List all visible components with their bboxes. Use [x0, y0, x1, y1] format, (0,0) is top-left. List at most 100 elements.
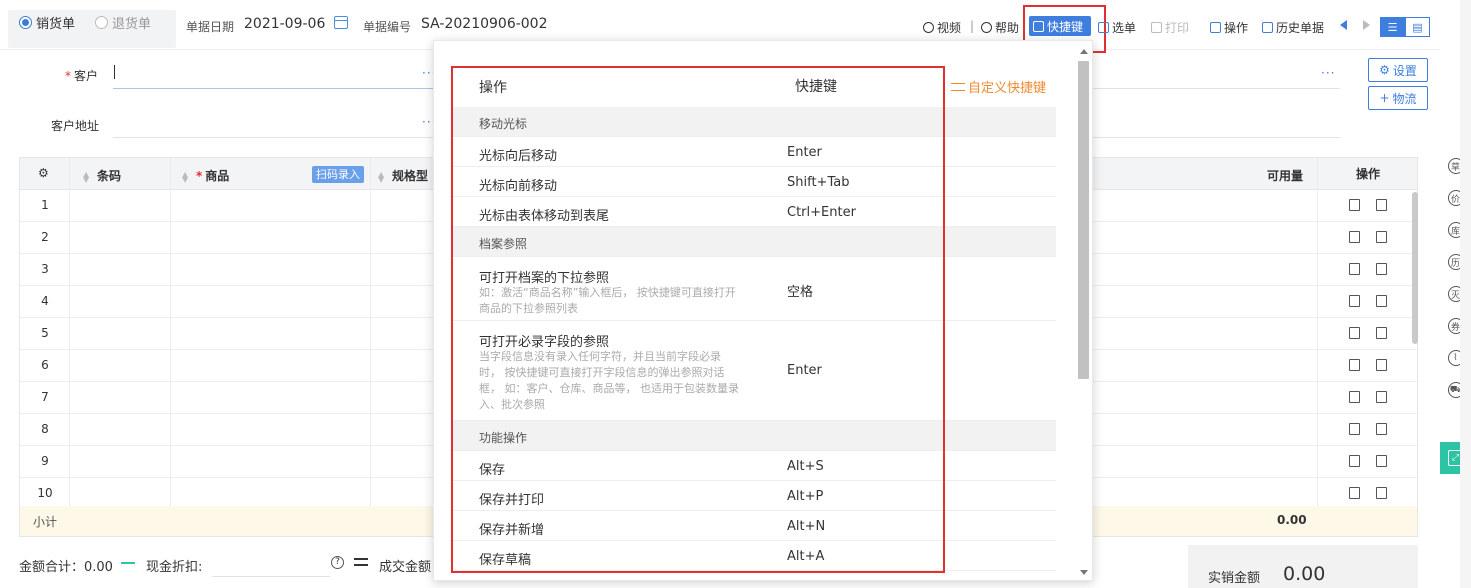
subtotal-value: 0.00 [1277, 513, 1307, 527]
required-mark: * [65, 69, 71, 83]
address-right-field[interactable] [1093, 137, 1340, 138]
hotkey-key: Enter [787, 145, 822, 160]
delete-icon[interactable] [1349, 423, 1360, 435]
section-title: 功能操作 [479, 431, 528, 445]
copy-icon[interactable] [1376, 231, 1387, 243]
customer-right-field[interactable] [1093, 88, 1340, 89]
hotkey-row: 可打开档案的下拉参照 如：激活“商品名称”输入框后， 按快捷键可直接打开商品的下拉… [452, 257, 1056, 321]
address-input[interactable] [113, 137, 435, 138]
column-spec[interactable]: ▲ ▼ 规格型 [378, 167, 428, 184]
settings-button[interactable]: ⚙ 设置 [1368, 58, 1428, 82]
operate-label: 操作 [1224, 21, 1249, 35]
right-field-dots-icon[interactable]: ··· [1321, 66, 1335, 80]
row-number: 2 [41, 230, 49, 244]
text-cursor [114, 65, 115, 79]
copy-icon[interactable] [1376, 263, 1387, 275]
grid-scrollbar[interactable] [1412, 192, 1418, 344]
delete-icon[interactable] [1349, 231, 1360, 243]
copy-icon[interactable] [1376, 391, 1387, 403]
sliders-icon [951, 82, 965, 91]
hotkey-key: Alt+S [787, 459, 824, 474]
column-product[interactable]: ▲ ▼ * 商品 [182, 167, 229, 184]
copy-icon[interactable] [1376, 455, 1387, 467]
hotkey-action: 保存并新增 [479, 523, 545, 538]
scroll-down-icon[interactable] [1080, 570, 1088, 575]
popup-scrollbar[interactable] [1078, 61, 1089, 379]
delete-icon[interactable] [1349, 327, 1360, 339]
history-button[interactable]: 历史单据 [1262, 19, 1324, 36]
row-number: 9 [41, 454, 49, 468]
next-arrow-icon[interactable] [1363, 20, 1370, 30]
copy-icon[interactable] [1376, 295, 1387, 307]
hotkey-action: 保存并打印 [479, 493, 545, 508]
custom-hotkey-link[interactable]: 自定义快捷键 [951, 77, 1046, 96]
equals-icon [354, 558, 368, 566]
plus-icon: + [1379, 91, 1390, 105]
column-spec-label: 规格型 [392, 169, 429, 183]
hotkey-key: Ctrl+Enter [787, 205, 856, 220]
customer-input[interactable] [113, 88, 435, 89]
hotkey-action: 光标由表体移动到表尾 [479, 209, 610, 224]
document-icon [1262, 22, 1273, 33]
delete-icon[interactable] [1349, 487, 1360, 499]
hotkey-row: 保存并打印 Alt+P [452, 481, 1056, 511]
copy-icon[interactable] [1376, 199, 1387, 211]
date-label: 单据日期 [186, 20, 235, 34]
logistics-button[interactable]: + 物流 [1368, 86, 1428, 110]
doc-no-label: 单据编号 [363, 20, 412, 34]
column-barcode[interactable]: ▲ ▼ 条码 [83, 167, 121, 184]
delete-icon[interactable] [1349, 199, 1360, 211]
video-link[interactable]: 视频 [923, 19, 961, 36]
help-circle-icon[interactable]: ? [331, 556, 344, 569]
scan-entry-button[interactable]: 扫码录入 [312, 166, 364, 183]
hotkey-row: 光标向前移动 Shift+Tab [452, 167, 1056, 197]
actual-amount-label: 实销金额 [1208, 571, 1261, 586]
list-view-button[interactable]: ☰ [1380, 17, 1405, 37]
column-settings-icon[interactable]: ⚙ [38, 166, 49, 180]
page-scrollbar[interactable] [1460, 0, 1471, 588]
hotkey-row: 保存并新增 Alt+N [452, 511, 1056, 541]
grid-icon [1210, 22, 1221, 33]
hotkey-action: 可打开档案的下拉参照 [479, 271, 610, 286]
delete-icon[interactable] [1349, 455, 1360, 467]
copy-icon[interactable] [1376, 487, 1387, 499]
copy-icon[interactable] [1376, 423, 1387, 435]
customer-label-text: 客户 [74, 69, 99, 83]
select-order-button[interactable]: 选单 [1098, 19, 1136, 36]
column-actions: 操作 [1356, 167, 1381, 181]
actual-amount-value: 0.00 [1283, 563, 1326, 585]
row-number: 3 [41, 262, 49, 276]
settings-label: 设置 [1392, 63, 1417, 78]
copy-icon[interactable] [1376, 327, 1387, 339]
cash-discount-input[interactable] [212, 576, 330, 577]
help-label: 帮助 [995, 21, 1020, 35]
row-number: 1 [41, 198, 49, 212]
hotkey-row: 保存 Alt+S [452, 451, 1056, 481]
hotkey-key: Alt+A [787, 549, 825, 564]
hotkey-action: 可打开必录字段的参照 [479, 335, 610, 350]
copy-icon[interactable] [1376, 359, 1387, 371]
amount-total: 金额合计：0.00 [19, 560, 113, 575]
delete-icon[interactable] [1349, 295, 1360, 307]
delete-icon[interactable] [1349, 263, 1360, 275]
print-button[interactable]: 打印 [1151, 19, 1189, 36]
help-link[interactable]: 帮助 [981, 19, 1019, 36]
date-value[interactable]: 2021-09-06 [244, 16, 325, 32]
delete-icon[interactable] [1349, 359, 1360, 371]
radio-sales-order[interactable]: 销货单 [19, 13, 75, 32]
logistics-label: 物流 [1392, 91, 1417, 106]
select-icon [1098, 22, 1109, 33]
radio-return-order[interactable]: 退货单 [95, 13, 151, 32]
column-available: 可用量 [1267, 169, 1304, 183]
calendar-icon[interactable] [334, 16, 348, 29]
radio-unchecked-icon [95, 16, 108, 29]
gear-icon: ⚙ [1379, 63, 1390, 77]
scroll-up-icon[interactable] [1080, 49, 1088, 54]
card-view-button[interactable]: ▤ [1405, 17, 1430, 37]
doc-no-value: SA-20210906-002 [421, 16, 548, 32]
hotkey-action: 保存草稿 [479, 553, 532, 568]
prev-arrow-icon[interactable] [1340, 20, 1347, 30]
delete-icon[interactable] [1349, 391, 1360, 403]
row-number: 6 [41, 358, 49, 372]
operate-button[interactable]: 操作 [1210, 19, 1248, 36]
